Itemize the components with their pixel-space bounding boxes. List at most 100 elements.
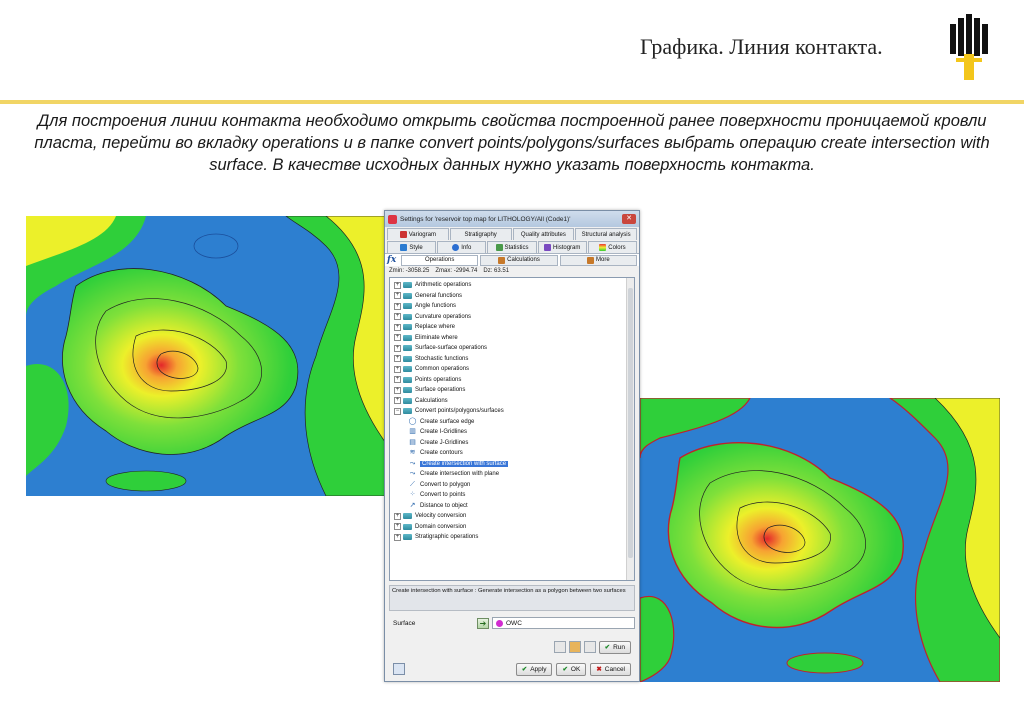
ok-button[interactable]: ✔ OK [556,662,587,676]
app-icon [388,214,397,224]
folder-icon [403,513,412,520]
tab-more[interactable]: More [559,254,637,266]
expand-icon[interactable]: + [394,376,401,384]
tab-histogram[interactable]: Histogram [537,241,587,253]
polygon-icon: ⟋ [410,480,415,488]
tab-calculations[interactable]: Calculations [480,254,558,266]
surface-value: OWC [506,619,522,627]
tree-operation[interactable]: ≋ Create contours [394,448,634,459]
tree-folder[interactable]: + Domain conversion [394,522,634,533]
tree-folder[interactable]: + Velocity conversion [394,511,634,522]
contours-icon: ≋ [409,449,416,457]
tree-folder[interactable]: + Points operations [394,375,634,386]
close-icon[interactable]: ✕ [622,214,636,224]
run-button[interactable]: ✔ Run [598,640,631,654]
scrollbar-thumb[interactable] [628,288,633,558]
dialog-titlebar[interactable]: Settings for 'reservoir top map for LITH… [385,211,639,227]
folder-icon [403,303,412,310]
tree-scrollbar[interactable] [626,278,634,580]
paste-icon[interactable] [583,641,596,653]
tree-folder[interactable]: + Surface operations [394,385,634,396]
folder-icon [403,282,412,289]
surface-edge-icon: ◯ [408,417,417,425]
cancel-button[interactable]: ✖ Cancel [590,662,631,676]
tree-folder[interactable]: + Calculations [394,396,634,407]
tree-folder[interactable]: + Stochastic functions [394,354,634,365]
tree-folder[interactable]: + Common operations [394,364,634,375]
intersection-plane-icon: ⤳ [409,470,416,478]
expand-icon[interactable]: + [394,292,401,300]
tree-operation[interactable]: ⟋ Convert to polygon [394,480,634,491]
tree-operation[interactable]: ⁘ Convert to points [394,490,634,501]
tab-variogram[interactable]: Variogram [387,228,449,240]
histogram-icon [544,244,552,251]
expand-icon[interactable]: + [394,334,401,342]
expand-icon[interactable]: + [394,397,401,405]
tree-folder-open[interactable]: − Convert points/polygons/surfaces [394,406,634,417]
surface-range-info: Zmin: -3058.25 Zmax: -2994.74 Dz: 63.51 [385,266,639,277]
folder-icon[interactable] [568,641,581,653]
expand-icon[interactable]: + [394,533,401,541]
expand-icon[interactable]: + [394,365,401,373]
operations-tree: + Arithmetic operations + General function… [389,277,635,581]
tree-folder[interactable]: + Surface-surface operations [394,343,634,354]
dialog-title: Settings for 'reservoir top map for LITH… [400,215,571,223]
help-icon[interactable] [393,663,405,675]
expand-icon[interactable]: + [394,344,401,352]
tab-style[interactable]: Style [387,241,437,253]
apply-button[interactable]: ✔ Apply [515,662,553,676]
expand-icon[interactable]: + [394,281,401,289]
expand-icon[interactable]: + [394,302,401,310]
tree-operation-selected[interactable]: ⤳ Create intersection with surface [394,459,634,470]
tree-operation[interactable]: ↗ Distance to object [394,501,634,512]
i-gridlines-icon: ▥ [409,428,416,436]
surface-label: Surface [393,619,416,627]
tab-colors[interactable]: Colors [587,241,638,253]
tree-folder[interactable]: + Arithmetic operations [394,280,634,291]
tab-row-1: Variogram Stratigraphy Quality attribute… [385,228,639,240]
tree-folder[interactable]: + Stratigraphic operations [394,532,634,543]
expand-icon[interactable]: + [394,512,401,520]
dialog-button-row: ✔ Apply ✔ OK ✖ Cancel [385,661,631,677]
tree-operation[interactable]: ⤳ Create intersection with plane [394,469,634,480]
tree-operation[interactable]: ◯ Create surface edge [394,417,634,428]
tab-structural-analysis[interactable]: Structural analysis [575,228,637,240]
settings-dialog: Settings for 'reservoir top map for LITH… [384,210,640,682]
collapse-icon[interactable]: − [394,407,401,415]
tree-operation[interactable]: ▤ Create J-Gridlines [394,438,634,449]
copy-icon[interactable] [553,641,566,653]
expand-icon[interactable]: + [394,323,401,331]
select-surface-arrow-icon[interactable]: ➔ [477,617,489,629]
expand-icon[interactable]: + [394,355,401,363]
operation-description: Create intersection with surface : Gener… [389,585,635,611]
zmin-value: Zmin: -3058.25 [389,268,430,274]
variogram-icon [399,231,407,238]
more-icon [586,256,594,264]
tree-folder[interactable]: + General functions [394,291,634,302]
tree-folder[interactable]: + Eliminate where [394,333,634,344]
tab-info[interactable]: Info [437,241,487,253]
tab-stratigraphy[interactable]: Stratigraphy [449,228,512,240]
expand-icon[interactable]: + [394,313,401,321]
statistics-icon [495,244,503,251]
tab-statistics[interactable]: Statistics [487,241,537,253]
tree-folder[interactable]: + Curvature operations [394,312,634,323]
folder-icon [403,355,412,362]
tab-quality-attributes[interactable]: Quality attributes [512,228,575,240]
surface-map-left [26,216,388,496]
folder-open-icon [403,408,412,415]
header-divider [0,100,1024,104]
tree-folder[interactable]: + Angle functions [394,301,634,312]
dz-value: Dz: 63.51 [483,268,510,274]
tree-operation[interactable]: ▥ Create I-Gridlines [394,427,634,438]
tab-operations[interactable]: Operations [401,254,479,266]
expand-icon[interactable]: + [394,386,401,394]
surface-selector-field[interactable]: OWC [492,617,635,629]
folder-icon [403,324,412,331]
expand-icon[interactable]: + [394,523,401,531]
tree-folder[interactable]: + Replace where [394,322,634,333]
folder-icon [403,376,412,383]
slide-body-text: Для построения линии контакта необходимо… [34,112,990,174]
run-row: ✔ Run [385,639,631,655]
intersection-surface-icon: ⤳ [409,459,416,467]
